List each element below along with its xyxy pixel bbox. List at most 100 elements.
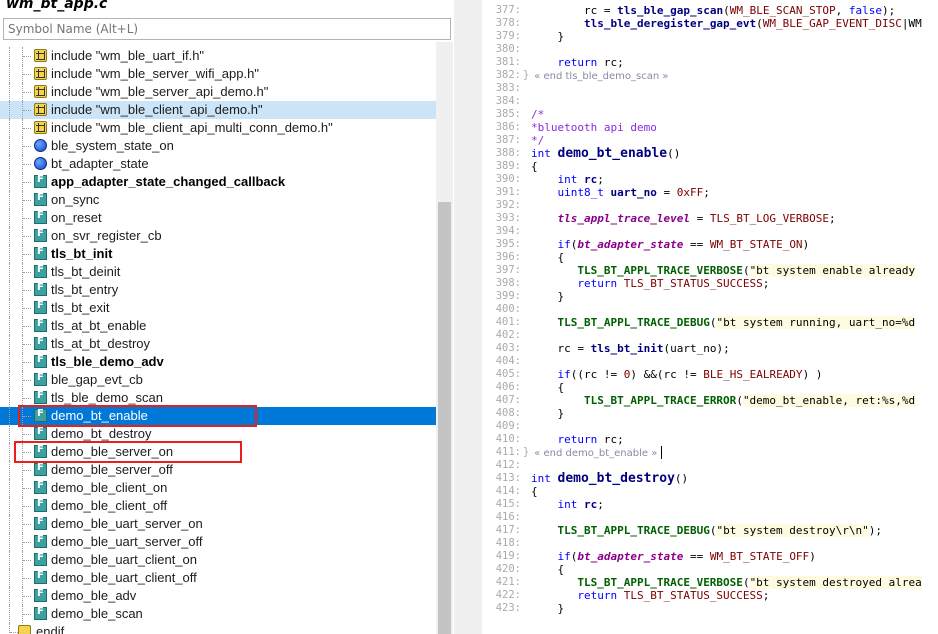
code-line[interactable]: 413: int demo_bt_destroy() <box>482 472 938 485</box>
splitter[interactable] <box>454 0 482 634</box>
code-token: == <box>683 550 710 563</box>
tree-item[interactable]: demo_ble_uart_client_off <box>0 569 436 587</box>
tree-item[interactable]: demo_ble_client_off <box>0 497 436 515</box>
code-line[interactable]: 408: } <box>482 407 938 420</box>
code-editor[interactable]: 377: rc = tls_ble_gap_scan(WM_BLE_SCAN_S… <box>482 0 938 634</box>
code-line[interactable]: 397: TLS_BT_APPL_TRACE_VERBOSE("bt syste… <box>482 264 938 277</box>
code-line[interactable]: 414: { <box>482 485 938 498</box>
code-line[interactable]: 409: <box>482 420 938 433</box>
tree-item[interactable]: on_reset <box>0 209 436 227</box>
tree-item[interactable]: demo_ble_uart_server_off <box>0 533 436 551</box>
code-line[interactable]: 378: tls_ble_deregister_gap_evt(WM_BLE_G… <box>482 17 938 30</box>
code-line[interactable]: 396: { <box>482 251 938 264</box>
line-number: 414: <box>495 485 521 497</box>
code-line[interactable]: 406: { <box>482 381 938 394</box>
code-line[interactable]: 383: <box>482 82 938 95</box>
code-line[interactable]: 407: TLS_BT_APPL_TRACE_ERROR("demo_bt_en… <box>482 394 938 407</box>
code-line[interactable]: 404: <box>482 355 938 368</box>
tree-item[interactable]: demo_ble_client_on <box>0 479 436 497</box>
code-text: int rc; <box>531 173 604 186</box>
line-number: 411: <box>495 446 521 458</box>
code-line[interactable]: 388: int demo_bt_enable() <box>482 147 938 160</box>
code-line[interactable]: 400: <box>482 303 938 316</box>
code-token: /* <box>531 108 545 121</box>
code-line[interactable]: 412: <box>482 459 938 472</box>
code-line[interactable]: 386: *bluetooth api demo <box>482 121 938 134</box>
tree-item[interactable]: demo_ble_uart_client_on <box>0 551 436 569</box>
code-text: int rc; <box>531 498 604 511</box>
tree-item[interactable]: include "wm_ble_client_api_multi_conn_de… <box>0 119 436 137</box>
tree-item[interactable]: include "wm_ble_uart_if.h" <box>0 47 436 65</box>
code-line[interactable]: 391: uint8_t uart_no = 0xFF; <box>482 186 938 199</box>
code-line[interactable]: 389: { <box>482 160 938 173</box>
tree-item[interactable]: ble_gap_evt_cb <box>0 371 436 389</box>
code-line[interactable]: 405: if((rc != 0) &&(rc != BLE_HS_EALREA… <box>482 368 938 381</box>
tree-item[interactable]: tls_bt_deinit <box>0 263 436 281</box>
line-number: 402: <box>495 329 521 341</box>
tree-item[interactable]: on_sync <box>0 191 436 209</box>
tree-item[interactable]: tls_bt_init <box>0 245 436 263</box>
code-line[interactable]: 399: } <box>482 290 938 303</box>
tree-item[interactable]: tls_bt_entry <box>0 281 436 299</box>
tree-item[interactable]: ble_system_state_on <box>0 137 436 155</box>
function-icon <box>34 498 47 512</box>
code-line[interactable]: 390: int rc; <box>482 173 938 186</box>
code-line[interactable]: 419: if(bt_adapter_state == WM_BT_STATE_… <box>482 550 938 563</box>
code-line[interactable]: 417: TLS_BT_APPL_TRACE_DEBUG("bt system … <box>482 524 938 537</box>
symbol-search-input[interactable] <box>3 18 451 40</box>
tree-scrollbar[interactable] <box>436 42 453 634</box>
code-line[interactable]: 393: tls_appl_trace_level = TLS_BT_LOG_V… <box>482 212 938 225</box>
tree-item[interactable]: bt_adapter_state <box>0 155 436 173</box>
line-number: 422: <box>495 589 521 601</box>
tree-item[interactable]: include "wm_ble_server_wifi_app.h" <box>0 65 436 83</box>
code-line[interactable]: 392: <box>482 199 938 212</box>
code-line[interactable]: 377: rc = tls_ble_gap_scan(WM_BLE_SCAN_S… <box>482 4 938 17</box>
code-line[interactable]: 422: return TLS_BT_STATUS_SUCCESS; <box>482 589 938 602</box>
code-line[interactable]: 398: return TLS_BT_STATUS_SUCCESS; <box>482 277 938 290</box>
tree-item[interactable]: tls_bt_exit <box>0 299 436 317</box>
tree-item[interactable]: tls_ble_demo_adv <box>0 353 436 371</box>
tree-item[interactable]: demo_ble_adv <box>0 587 436 605</box>
code-line[interactable]: 410: return rc; <box>482 433 938 446</box>
code-line[interactable]: 418: <box>482 537 938 550</box>
tree-item-label: demo_ble_server_off <box>51 462 173 477</box>
tree-item[interactable]: on_svr_register_cb <box>0 227 436 245</box>
tree-item[interactable]: demo_ble_uart_server_on <box>0 515 436 533</box>
code-line[interactable]: 411:} « end demo_bt_enable »​ <box>482 446 938 459</box>
code-line[interactable]: 395: if(bt_adapter_state == WM_BT_STATE_… <box>482 238 938 251</box>
end-block-marker: « end demo_bt_enable » <box>531 448 658 459</box>
code-token: int <box>531 472 558 485</box>
code-line[interactable]: 421: TLS_BT_APPL_TRACE_VERBOSE("bt syste… <box>482 576 938 589</box>
code-line[interactable]: 387: */ <box>482 134 938 147</box>
tree-item[interactable]: endif <box>0 623 436 634</box>
code-line[interactable]: 416: <box>482 511 938 524</box>
function-icon <box>34 570 47 584</box>
code-line[interactable]: 379: } <box>482 30 938 43</box>
tree-item[interactable]: tls_at_bt_destroy <box>0 335 436 353</box>
code-line[interactable]: 394: <box>482 225 938 238</box>
code-line[interactable]: 415: int rc; <box>482 498 938 511</box>
line-number: 392: <box>495 199 521 211</box>
code-line[interactable]: 385: /* <box>482 108 938 121</box>
tree-item[interactable]: tls_at_bt_enable <box>0 317 436 335</box>
code-token: (uart_no); <box>663 342 730 355</box>
code-token: rc <box>584 498 598 511</box>
tree-guide-line <box>9 281 10 299</box>
tree-item[interactable]: include "wm_ble_server_api_demo.h" <box>0 83 436 101</box>
tree-item[interactable]: demo_ble_server_off <box>0 461 436 479</box>
function-icon <box>34 246 47 260</box>
tree-item[interactable]: app_adapter_state_changed_callback <box>0 173 436 191</box>
code-line[interactable]: 420: { <box>482 563 938 576</box>
tree-item[interactable]: demo_ble_scan <box>0 605 436 623</box>
code-line[interactable]: 380: <box>482 43 938 56</box>
tree-item[interactable]: include "wm_ble_client_api_demo.h" <box>0 101 436 119</box>
code-line[interactable]: 384: <box>482 95 938 108</box>
tree-scrollbar-thumb[interactable] <box>438 202 451 634</box>
code-line[interactable]: 401: TLS_BT_APPL_TRACE_DEBUG("bt system … <box>482 316 938 329</box>
code-line[interactable]: 382:} « end tls_ble_demo_scan » <box>482 69 938 82</box>
code-line[interactable]: 423: } <box>482 602 938 615</box>
code-line[interactable]: 403: rc = tls_bt_init(uart_no); <box>482 342 938 355</box>
code-line[interactable]: 381: return rc; <box>482 56 938 69</box>
code-line[interactable]: 402: <box>482 329 938 342</box>
